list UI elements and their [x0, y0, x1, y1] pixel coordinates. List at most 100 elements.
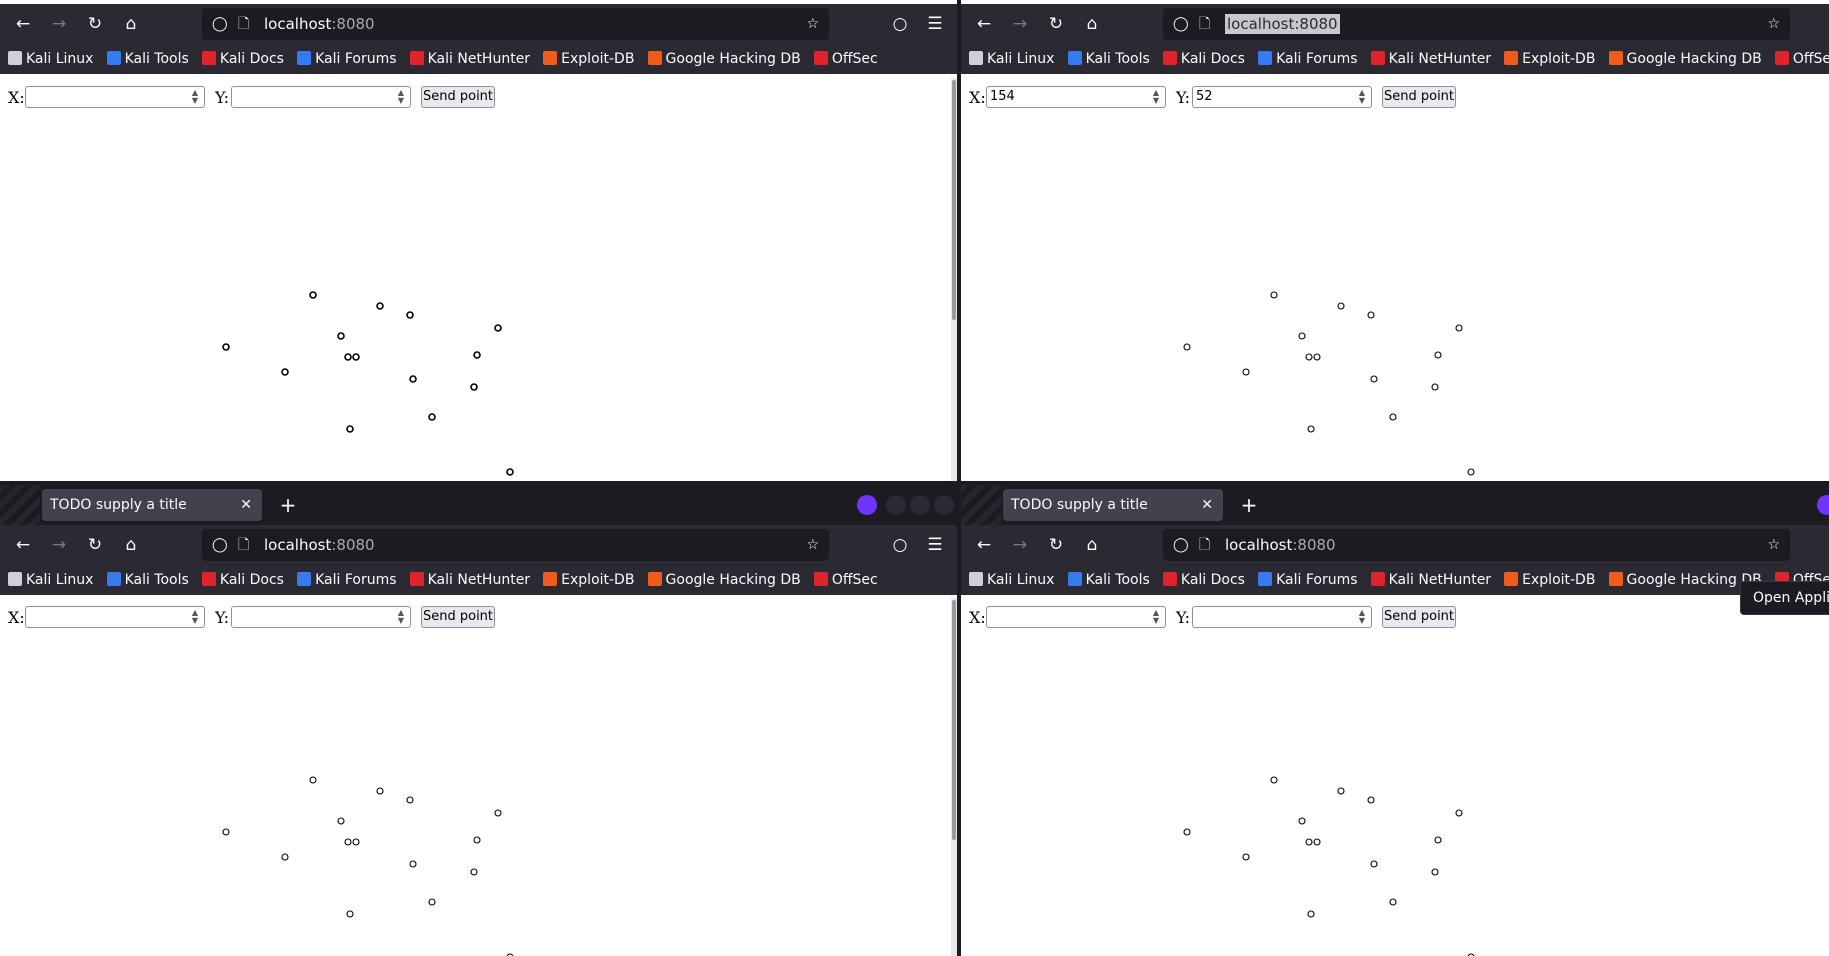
bookmark-offsec[interactable]: OffSec	[1774, 44, 1829, 74]
bookmark-kali-linux[interactable]: Kali Linux	[8, 565, 93, 595]
stepper-icon[interactable]: ▲ ▼	[394, 609, 408, 625]
bookmark-star-icon[interactable]: ☆	[806, 529, 819, 561]
home-icon[interactable]: ⌂	[1079, 11, 1105, 37]
stepper-icon[interactable]: ▲ ▼	[188, 89, 202, 105]
url-bar[interactable]: ◯ 🗋 localhost:8080 ☆	[1163, 529, 1790, 561]
bookmark-star-icon[interactable]: ☆	[1767, 8, 1780, 40]
scrollbar-thumb[interactable]	[952, 600, 956, 840]
home-icon[interactable]: ⌂	[118, 532, 144, 558]
bookmark-star-icon[interactable]: ☆	[1767, 529, 1780, 561]
home-icon[interactable]: ⌂	[1079, 532, 1105, 558]
bookmark-ghdb[interactable]: Google Hacking DB	[1608, 44, 1762, 74]
bookmark-ghdb[interactable]: Google Hacking DB	[1608, 565, 1762, 595]
bookmark-kali-nethunter[interactable]: Kali NetHunter	[409, 565, 530, 595]
bookmark-star-icon[interactable]: ☆	[806, 8, 819, 40]
close-icon[interactable]: ✕	[1201, 489, 1213, 521]
bookmark-kali-tools[interactable]: Kali Tools	[1067, 44, 1150, 74]
bookmark-kali-docs[interactable]: Kali Docs	[1162, 44, 1245, 74]
bookmark-kali-forums[interactable]: Kali Forums	[297, 565, 397, 595]
reload-icon[interactable]: ↻	[1043, 532, 1069, 558]
back-arrow-icon[interactable]: ←	[971, 532, 997, 558]
forward-arrow-icon[interactable]: →	[46, 532, 72, 558]
shield-icon[interactable]: ◯	[212, 8, 228, 40]
bookmark-kali-linux[interactable]: Kali Linux	[969, 565, 1054, 595]
back-arrow-icon[interactable]: ←	[10, 11, 36, 37]
bookmark-kali-nethunter[interactable]: Kali NetHunter	[409, 44, 530, 74]
stepper-icon[interactable]: ▲ ▼	[188, 609, 202, 625]
bookmark-kali-forums[interactable]: Kali Forums	[297, 44, 397, 74]
bookmark-kali-tools[interactable]: Kali Tools	[106, 565, 189, 595]
pocket-icon[interactable]: ○	[887, 11, 913, 37]
reload-icon[interactable]: ↻	[1043, 11, 1069, 37]
url-text[interactable]: localhost:8080	[1225, 529, 1336, 561]
pocket-icon[interactable]: ○	[887, 532, 913, 558]
url-text[interactable]: localhost:8080	[264, 8, 375, 40]
bookmark-kali-tools[interactable]: Kali Tools	[106, 44, 189, 74]
bookmark-offsec[interactable]: OffSec	[813, 565, 878, 595]
send-point-button[interactable]: Send point	[1382, 606, 1456, 628]
shield-icon[interactable]: ◯	[212, 529, 228, 561]
points-canvas[interactable]	[0, 598, 950, 956]
stepper-icon[interactable]: ▲ ▼	[1355, 609, 1369, 625]
bookmark-kali-nethunter[interactable]: Kali NetHunter	[1370, 565, 1491, 595]
bookmark-kali-nethunter[interactable]: Kali NetHunter	[1370, 44, 1491, 74]
bookmark-kali-docs[interactable]: Kali Docs	[201, 44, 284, 74]
window-close-icon[interactable]	[934, 495, 954, 515]
url-bar[interactable]: ◯ 🗋 localhost:8080 ☆	[202, 8, 829, 40]
bookmark-kali-tools[interactable]: Kali Tools	[1067, 565, 1150, 595]
tab-active[interactable]: TODO supply a title ✕	[1003, 489, 1223, 521]
back-arrow-icon[interactable]: ←	[971, 11, 997, 37]
menu-icon[interactable]: ☰	[922, 11, 948, 37]
stepper-icon[interactable]: ▲ ▼	[394, 89, 408, 105]
stepper-icon[interactable]: ▲ ▼	[1149, 89, 1163, 105]
scrollbar-thumb[interactable]	[952, 80, 956, 320]
bookmark-kali-linux[interactable]: Kali Linux	[8, 44, 93, 74]
window-maximize-icon[interactable]	[910, 495, 930, 515]
y-input[interactable]: ▲ ▼	[231, 86, 411, 108]
url-bar[interactable]: ◯ 🗋 localhost:8080 ☆	[202, 529, 829, 561]
url-text[interactable]: localhost:8080	[1225, 14, 1340, 34]
stepper-icon[interactable]: ▲ ▼	[1149, 609, 1163, 625]
y-input[interactable]: 52 ▲ ▼	[1192, 86, 1372, 108]
x-input[interactable]: ▲ ▼	[25, 86, 205, 108]
bookmark-exploit-db[interactable]: Exploit-DB	[543, 44, 634, 74]
bookmark-exploit-db[interactable]: Exploit-DB	[1504, 565, 1595, 595]
x-input[interactable]: ▲ ▼	[986, 606, 1166, 628]
points-canvas[interactable]	[961, 78, 1829, 481]
shield-icon[interactable]: ◯	[1173, 8, 1189, 40]
bookmark-kali-docs[interactable]: Kali Docs	[1162, 565, 1245, 595]
send-point-button[interactable]: Send point	[1382, 86, 1456, 108]
window-minimize-icon[interactable]	[886, 495, 906, 515]
points-canvas[interactable]	[961, 598, 1829, 956]
url-bar[interactable]: ◯ 🗋 localhost:8080 ☆	[1163, 8, 1790, 40]
points-canvas[interactable]	[0, 78, 950, 481]
x-input[interactable]: ▲ ▼	[25, 606, 205, 628]
bookmark-ghdb[interactable]: Google Hacking DB	[647, 565, 801, 595]
y-input[interactable]: ▲ ▼	[1192, 606, 1372, 628]
close-icon[interactable]: ✕	[240, 489, 252, 521]
reload-icon[interactable]: ↻	[82, 532, 108, 558]
new-tab-icon[interactable]: +	[1235, 489, 1263, 521]
forward-arrow-icon[interactable]: →	[1007, 11, 1033, 37]
back-arrow-icon[interactable]: ←	[10, 532, 36, 558]
new-tab-icon[interactable]: +	[274, 489, 302, 521]
bookmark-kali-docs[interactable]: Kali Docs	[201, 565, 284, 595]
send-point-button[interactable]: Send point	[421, 86, 495, 108]
tab-active[interactable]: TODO supply a title ✕	[42, 489, 262, 521]
forward-arrow-icon[interactable]: →	[1007, 532, 1033, 558]
bookmark-kali-forums[interactable]: Kali Forums	[1258, 565, 1358, 595]
bookmark-exploit-db[interactable]: Exploit-DB	[543, 565, 634, 595]
forward-arrow-icon[interactable]: →	[46, 11, 72, 37]
url-text[interactable]: localhost:8080	[264, 529, 375, 561]
bookmark-exploit-db[interactable]: Exploit-DB	[1504, 44, 1595, 74]
bookmark-offsec[interactable]: OffSec	[813, 44, 878, 74]
menu-icon[interactable]: ☰	[922, 532, 948, 558]
bookmark-ghdb[interactable]: Google Hacking DB	[647, 44, 801, 74]
shield-icon[interactable]: ◯	[1173, 529, 1189, 561]
send-point-button[interactable]: Send point	[421, 606, 495, 628]
bookmark-kali-linux[interactable]: Kali Linux	[969, 44, 1054, 74]
reload-icon[interactable]: ↻	[82, 11, 108, 37]
x-input[interactable]: 154 ▲ ▼	[986, 86, 1166, 108]
stepper-icon[interactable]: ▲ ▼	[1355, 89, 1369, 105]
bookmark-kali-forums[interactable]: Kali Forums	[1258, 44, 1358, 74]
